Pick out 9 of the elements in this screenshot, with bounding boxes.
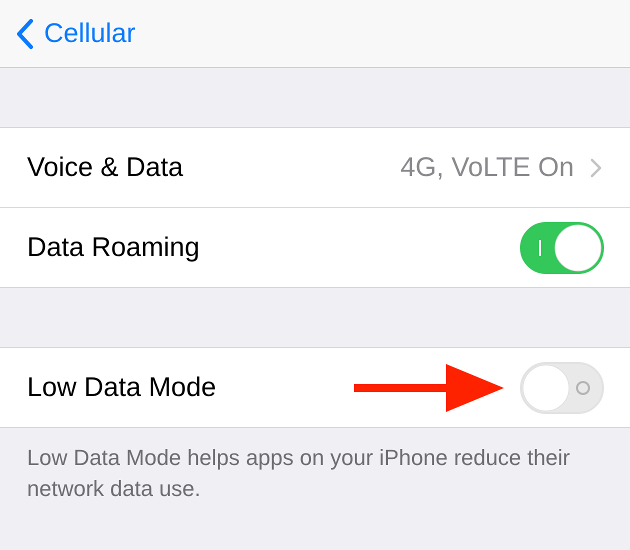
back-chevron-icon xyxy=(16,18,34,50)
footer-note: Low Data Mode helps apps on your iPhone reduce their network data use. xyxy=(26,444,572,503)
disclosure-chevron-icon xyxy=(590,158,602,178)
back-button[interactable]: Cellular xyxy=(16,18,136,50)
setting-value: 4G, VoLTE On xyxy=(400,152,574,183)
setting-label: Low Data Mode xyxy=(27,372,218,403)
toggle-switch[interactable] xyxy=(520,222,604,274)
setting-label: Voice & Data xyxy=(27,152,184,183)
setting-label: Data Roaming xyxy=(27,232,201,263)
